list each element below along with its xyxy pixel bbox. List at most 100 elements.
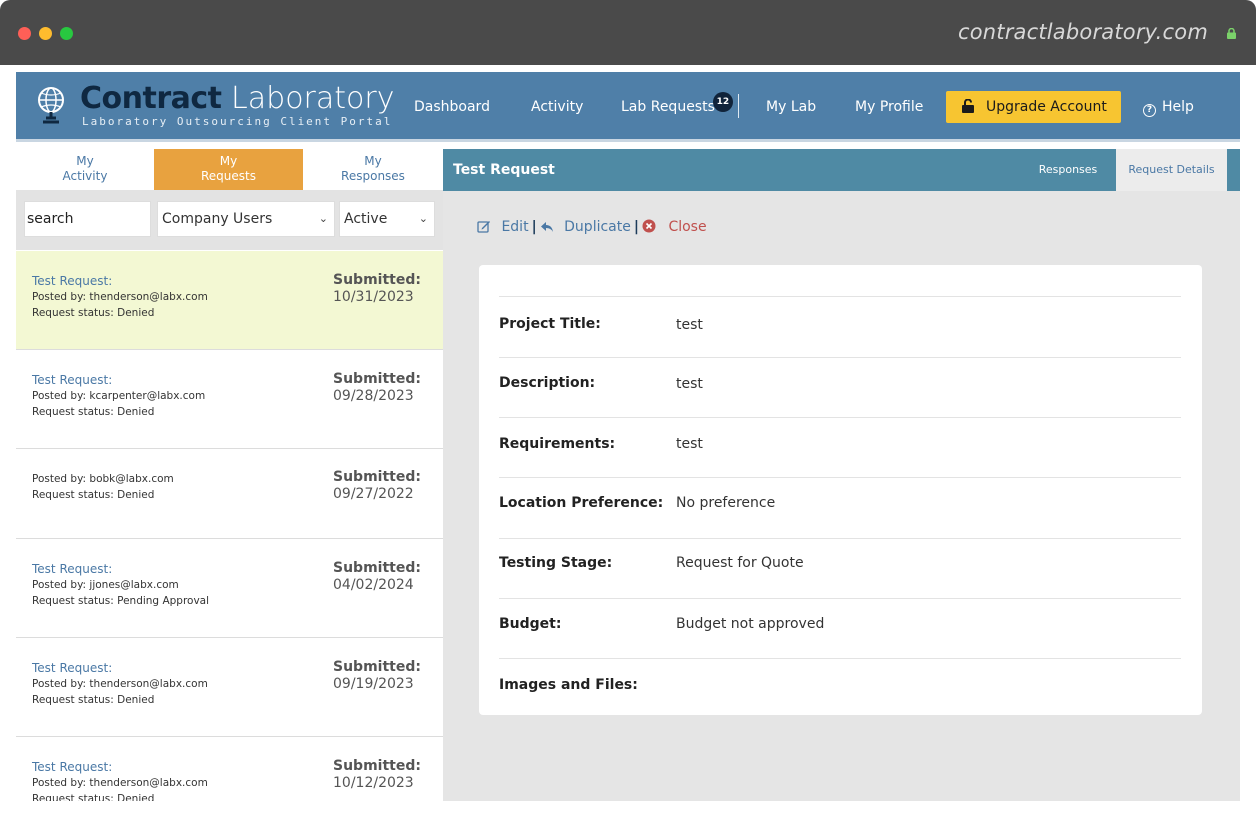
duplicate-link[interactable]: Duplicate [564,219,631,235]
browser-url[interactable]: contractlaboratory.com [958,20,1208,44]
upgrade-account-button[interactable]: Upgrade Account [946,91,1121,123]
action-separator: | [531,219,537,235]
submitted-date: 10/12/2023 [333,775,414,791]
request-title[interactable]: Test Request: [32,760,112,774]
nav-divider [738,94,739,118]
status-value: Active [344,211,388,227]
submitted-date: 10/31/2023 [333,289,414,305]
nav-lab-requests[interactable]: Lab Requests 12 [621,72,733,142]
tab-my-responses-line2: Responses [341,169,405,183]
request-posted-by: Posted by: thenderson@labx.com [32,291,208,303]
field-value: test [676,376,703,392]
request-title[interactable]: Test Request: [32,661,112,675]
nav-my-lab[interactable]: My Lab [766,72,816,142]
lock-icon [1227,28,1236,39]
field-value: No preference [676,495,776,511]
tab-responses[interactable]: Responses [1023,149,1113,191]
globe-icon [38,87,64,124]
tab-my-activity-line2: Activity [62,169,108,183]
request-title[interactable]: Test Request: [32,373,112,387]
window-maximize-dot[interactable] [60,27,73,40]
list-item[interactable]: Test Request: Posted by: thenderson@labx… [16,737,443,801]
submitted-label: Submitted: [333,758,421,774]
status-select[interactable]: Active ⌄ [339,201,435,237]
tab-my-requests-line1: My [219,154,238,168]
request-detail-panel: Test Request Responses Request Details E… [443,149,1240,801]
help-link[interactable]: ? Help [1143,72,1194,142]
search-input[interactable]: search [24,201,151,237]
field-value: test [676,436,703,452]
nav-dashboard[interactable]: Dashboard [414,72,490,142]
chevron-down-icon: ⌄ [318,212,328,225]
field-label: Testing Stage: [499,555,613,571]
field-label: Budget: [499,616,562,632]
submitted-date: 09/19/2023 [333,676,414,692]
tab-my-requests[interactable]: My Requests [154,149,303,190]
detail-row-testing-stage: Testing Stage: Request for Quote [499,538,1181,599]
lab-requests-count-badge: 12 [712,92,733,112]
window-close-dot[interactable] [18,27,31,40]
request-posted-by: Posted by: kcarpenter@labx.com [32,390,206,402]
company-users-select[interactable]: Company Users ⌄ [157,201,335,237]
upgrade-account-label: Upgrade Account [986,99,1107,115]
field-label: Images and Files: [499,677,638,693]
edit-icon[interactable] [477,219,491,233]
request-title[interactable]: Test Request: [32,274,112,288]
detail-row-budget: Budget: Budget not approved [499,598,1181,659]
detail-row-project-title: Project Title: test [499,296,1181,357]
request-status: Request status: Denied [32,793,155,801]
list-item[interactable]: Test Request: Posted by: thenderson@labx… [16,251,443,350]
tab-my-activity[interactable]: My Activity [16,149,154,190]
tab-my-responses-line1: My [364,154,382,168]
nav-my-profile[interactable]: My Profile [855,72,923,142]
detail-actions: Edit | Duplicate | Close [477,218,707,236]
request-posted-by: Posted by: jjones@labx.com [32,579,179,591]
list-item[interactable]: Posted by: bobk@labx.com Request status:… [16,449,443,539]
field-label: Location Preference: [499,495,664,511]
tab-my-requests-line2: Requests [201,169,256,183]
unlock-icon [962,99,974,113]
company-users-value: Company Users [162,211,273,227]
request-details-card: Project Title: test Description: test Re… [479,265,1202,715]
request-status: Request status: Pending Approval [32,595,210,607]
request-status: Request status: Denied [32,307,155,319]
request-posted-by: Posted by: thenderson@labx.com [32,678,208,690]
chevron-down-icon: ⌄ [418,212,428,225]
window-minimize-dot[interactable] [39,27,52,40]
field-value: Budget not approved [676,616,825,632]
submitted-date: 04/02/2024 [333,577,414,593]
field-label: Project Title: [499,316,601,332]
action-separator: | [633,219,639,235]
submitted-label: Submitted: [333,659,421,675]
reply-arrow-icon[interactable] [540,221,554,233]
request-title[interactable]: Test Request: [32,562,112,576]
tab-my-activity-line1: My [76,154,94,168]
request-status: Request status: Denied [32,694,155,706]
detail-row-description: Description: test [499,357,1181,418]
list-item[interactable]: Test Request: Posted by: thenderson@labx… [16,638,443,737]
list-item[interactable]: Test Request: Posted by: jjones@labx.com… [16,539,443,638]
detail-row-location-preference: Location Preference: No preference [499,477,1181,538]
close-circle-icon[interactable] [642,219,656,233]
request-list: Test Request: Posted by: thenderson@labx… [16,251,443,801]
request-posted-by: Posted by: thenderson@labx.com [32,777,208,789]
filter-bar: search Company Users ⌄ Active ⌄ [16,190,443,250]
list-item[interactable]: Test Request: Posted by: kcarpenter@labx… [16,350,443,449]
brand-subtitle: Laboratory Outsourcing Client Portal [82,115,393,128]
request-status: Request status: Denied [32,406,155,418]
submitted-label: Submitted: [333,560,421,576]
top-header: Contract Laboratory Laboratory Outsourci… [16,72,1240,142]
detail-row-images-and-files: Images and Files: [499,658,1181,715]
nav-activity[interactable]: Activity [531,72,583,142]
field-value: test [676,317,703,333]
browser-titlebar: contractlaboratory.com [0,0,1256,65]
sidebar-tabs: My Activity My Requests My Responses [16,149,443,190]
tab-my-responses[interactable]: My Responses [303,149,443,190]
field-label: Description: [499,375,596,391]
edit-link[interactable]: Edit [501,219,528,235]
tab-request-details[interactable]: Request Details [1116,149,1227,191]
close-link[interactable]: Close [668,219,706,235]
detail-row-requirements: Requirements: test [499,417,1181,478]
brand-logo[interactable]: Contract Laboratory Laboratory Outsourci… [32,82,394,132]
app-window: Contract Laboratory Laboratory Outsourci… [16,65,1240,801]
